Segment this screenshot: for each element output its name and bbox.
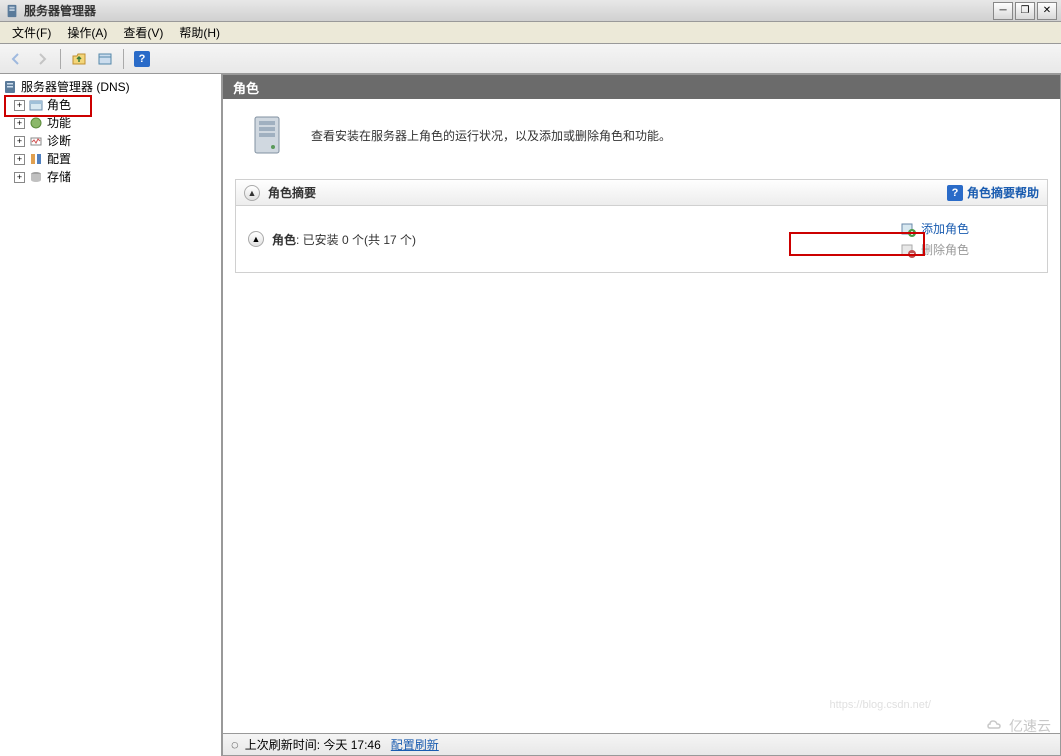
diagnostics-icon — [28, 133, 44, 149]
remove-role-icon — [900, 242, 916, 258]
roles-icon — [28, 97, 44, 113]
status-text: : 已安装 0 个(共 17 个) — [296, 233, 416, 247]
last-refresh-label: 上次刷新时间: 今天 17:46 — [245, 736, 381, 753]
summary-body: ▲ 角色: 已安装 0 个(共 17 个) 添加角色 — [236, 206, 1047, 272]
nav-back-button[interactable] — [4, 47, 28, 71]
properties-button[interactable] — [93, 47, 117, 71]
tree-item-roles[interactable]: + 角色 — [2, 96, 219, 114]
configure-refresh-link[interactable]: 配置刷新 — [391, 736, 439, 753]
summary-title: 角色摘要 — [268, 184, 316, 201]
summary-header: ▲ 角色摘要 ? 角色摘要帮助 — [236, 180, 1047, 206]
collapse-up-icon[interactable]: ▲ — [248, 231, 264, 247]
summary-header-right: ? 角色摘要帮助 — [947, 184, 1039, 201]
window-controls: ─ ❐ ✕ — [993, 2, 1057, 20]
remove-role-label: 删除角色 — [921, 241, 969, 258]
tree-label-diagnostics: 诊断 — [47, 133, 71, 149]
menu-help[interactable]: 帮助(H) — [171, 22, 228, 43]
server-manager-icon — [2, 79, 18, 95]
add-role-icon — [900, 221, 916, 237]
window-title: 服务器管理器 — [24, 2, 993, 19]
description-text: 查看安装在服务器上角色的运行状况，以及添加或删除角色和功能。 — [311, 127, 671, 144]
tree-label-config: 配置 — [47, 151, 71, 167]
menu-action[interactable]: 操作(A) — [59, 22, 115, 43]
expand-icon[interactable]: + — [14, 118, 25, 129]
tree-item-diagnostics[interactable]: + 诊断 — [2, 132, 219, 150]
help-button[interactable]: ? — [130, 47, 154, 71]
tree-panel: 服务器管理器 (DNS) + 角色 + 功能 + 诊断 — [0, 74, 222, 756]
summary-left: ▲ 角色: 已安装 0 个(共 17 个) — [248, 218, 900, 260]
app-icon — [4, 3, 20, 19]
config-icon — [28, 151, 44, 167]
menu-view[interactable]: 查看(V) — [115, 22, 171, 43]
add-role-label: 添加角色 — [921, 220, 969, 237]
help-icon: ? — [134, 51, 150, 67]
description-section: 查看安装在服务器上角色的运行状况，以及添加或删除角色和功能。 — [223, 99, 1060, 171]
tree-item-features[interactable]: + 功能 — [2, 114, 219, 132]
statusbar: ◌ 上次刷新时间: 今天 17:46 配置刷新 — [223, 733, 1060, 755]
expand-icon[interactable]: + — [14, 154, 25, 165]
content-header: 角色 — [223, 75, 1060, 99]
titlebar: 服务器管理器 ─ ❐ ✕ — [0, 0, 1061, 22]
folder-up-button[interactable] — [67, 47, 91, 71]
close-button[interactable]: ✕ — [1037, 2, 1057, 20]
help-icon: ? — [947, 185, 963, 201]
storage-icon — [28, 169, 44, 185]
remove-role-link: 删除角色 — [900, 239, 1035, 260]
maximize-button[interactable]: ❐ — [1015, 2, 1035, 20]
add-role-link[interactable]: 添加角色 — [900, 218, 1035, 239]
tree-root-label: 服务器管理器 (DNS) — [21, 79, 130, 95]
role-summary-section: ▲ 角色摘要 ? 角色摘要帮助 ▲ 角色: 已安装 0 个(共 17 个) — [235, 179, 1048, 273]
tree-label-storage: 存储 — [47, 169, 71, 185]
menu-file[interactable]: 文件(F) — [4, 22, 59, 43]
tree-item-config[interactable]: + 配置 — [2, 150, 219, 168]
toolbar: ? — [0, 44, 1061, 74]
collapse-up-icon[interactable]: ▲ — [244, 185, 260, 201]
expand-icon[interactable]: + — [14, 172, 25, 183]
refresh-status-icon: ◌ — [231, 737, 239, 752]
main-area: 服务器管理器 (DNS) + 角色 + 功能 + 诊断 — [0, 74, 1061, 756]
content-panel: 角色 查看安装在服务器上角色的运行状况，以及添加或删除角色和功能。 ▲ 角色摘要… — [222, 74, 1061, 756]
toolbar-separator — [60, 49, 61, 69]
expand-icon[interactable]: + — [14, 136, 25, 147]
summary-help-link[interactable]: 角色摘要帮助 — [967, 184, 1039, 201]
status-label: 角色 — [272, 233, 296, 247]
expand-icon[interactable]: + — [14, 100, 25, 111]
tree-root[interactable]: 服务器管理器 (DNS) — [2, 78, 219, 96]
tree-label-features: 功能 — [47, 115, 71, 131]
tree-item-storage[interactable]: + 存储 — [2, 168, 219, 186]
menubar: 文件(F) 操作(A) 查看(V) 帮助(H) — [0, 22, 1061, 44]
features-icon — [28, 115, 44, 131]
tree-label-roles: 角色 — [47, 97, 71, 113]
server-large-icon — [243, 111, 291, 159]
summary-actions: 添加角色 删除角色 — [900, 218, 1035, 260]
toolbar-separator-2 — [123, 49, 124, 69]
nav-forward-button[interactable] — [30, 47, 54, 71]
summary-status: 角色: 已安装 0 个(共 17 个) — [272, 231, 416, 248]
minimize-button[interactable]: ─ — [993, 2, 1013, 20]
